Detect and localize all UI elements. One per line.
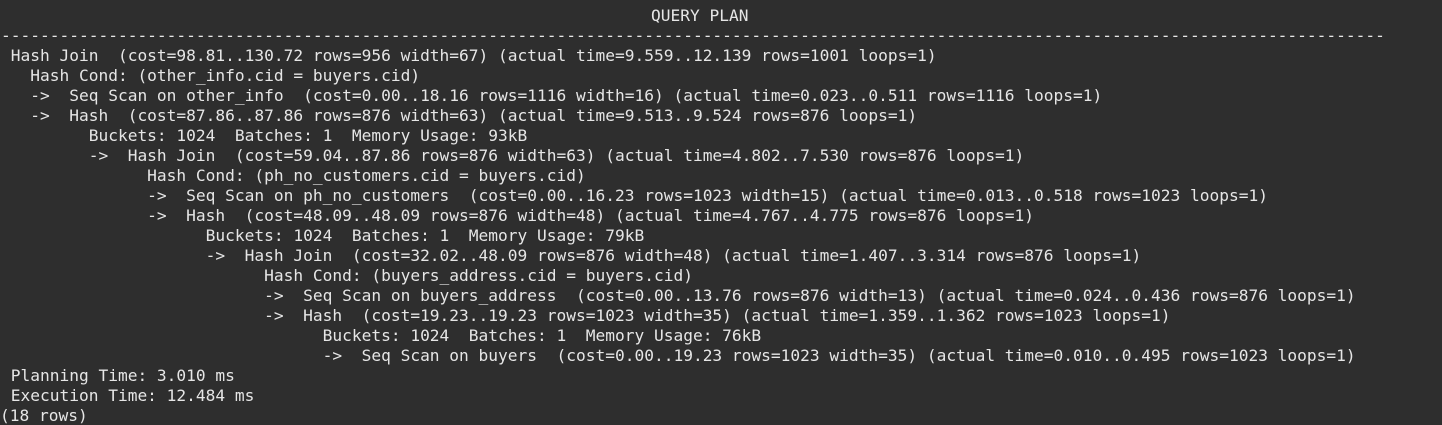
- query-plan-header: QUERY PLAN: [651, 6, 749, 25]
- plan-line: Hash Cond: (other_info.cid = buyers.cid): [1, 66, 421, 85]
- plan-line: Buckets: 1024 Batches: 1 Memory Usage: 7…: [1, 226, 645, 245]
- plan-line: -> Seq Scan on buyers (cost=0.00..19.23 …: [1, 346, 1356, 365]
- plan-line: -> Hash Join (cost=32.02..48.09 rows=876…: [1, 246, 1142, 265]
- plan-line: -> Seq Scan on buyers_address (cost=0.00…: [1, 286, 1356, 305]
- plan-line: Buckets: 1024 Batches: 1 Memory Usage: 7…: [1, 326, 762, 345]
- plan-line: Buckets: 1024 Batches: 1 Memory Usage: 9…: [1, 126, 528, 145]
- plan-line: -> Hash (cost=48.09..48.09 rows=876 widt…: [1, 206, 1035, 225]
- header-separator: ----------------------------------------…: [1, 26, 1385, 45]
- plan-line: -> Seq Scan on ph_no_customers (cost=0.0…: [1, 186, 1268, 205]
- plan-line: Hash Cond: (ph_no_customers.cid = buyers…: [1, 166, 586, 185]
- terminal-window[interactable]: QUERY PLAN -----------------------------…: [0, 0, 1442, 425]
- plan-line: -> Seq Scan on other_info (cost=0.00..18…: [1, 86, 1103, 105]
- plan-line: Hash Cond: (buyers_address.cid = buyers.…: [1, 266, 693, 285]
- execution-time: Execution Time: 12.484 ms: [1, 386, 255, 405]
- plan-line: -> Hash (cost=87.86..87.86 rows=876 widt…: [1, 106, 918, 125]
- plan-line: -> Hash Join (cost=59.04..87.86 rows=876…: [1, 146, 1025, 165]
- planning-time: Planning Time: 3.010 ms: [1, 366, 235, 385]
- row-count: (18 rows): [0, 406, 88, 425]
- plan-line: Hash Join (cost=98.81..130.72 rows=956 w…: [1, 46, 937, 65]
- plan-line: -> Hash (cost=19.23..19.23 rows=1023 wid…: [1, 306, 1171, 325]
